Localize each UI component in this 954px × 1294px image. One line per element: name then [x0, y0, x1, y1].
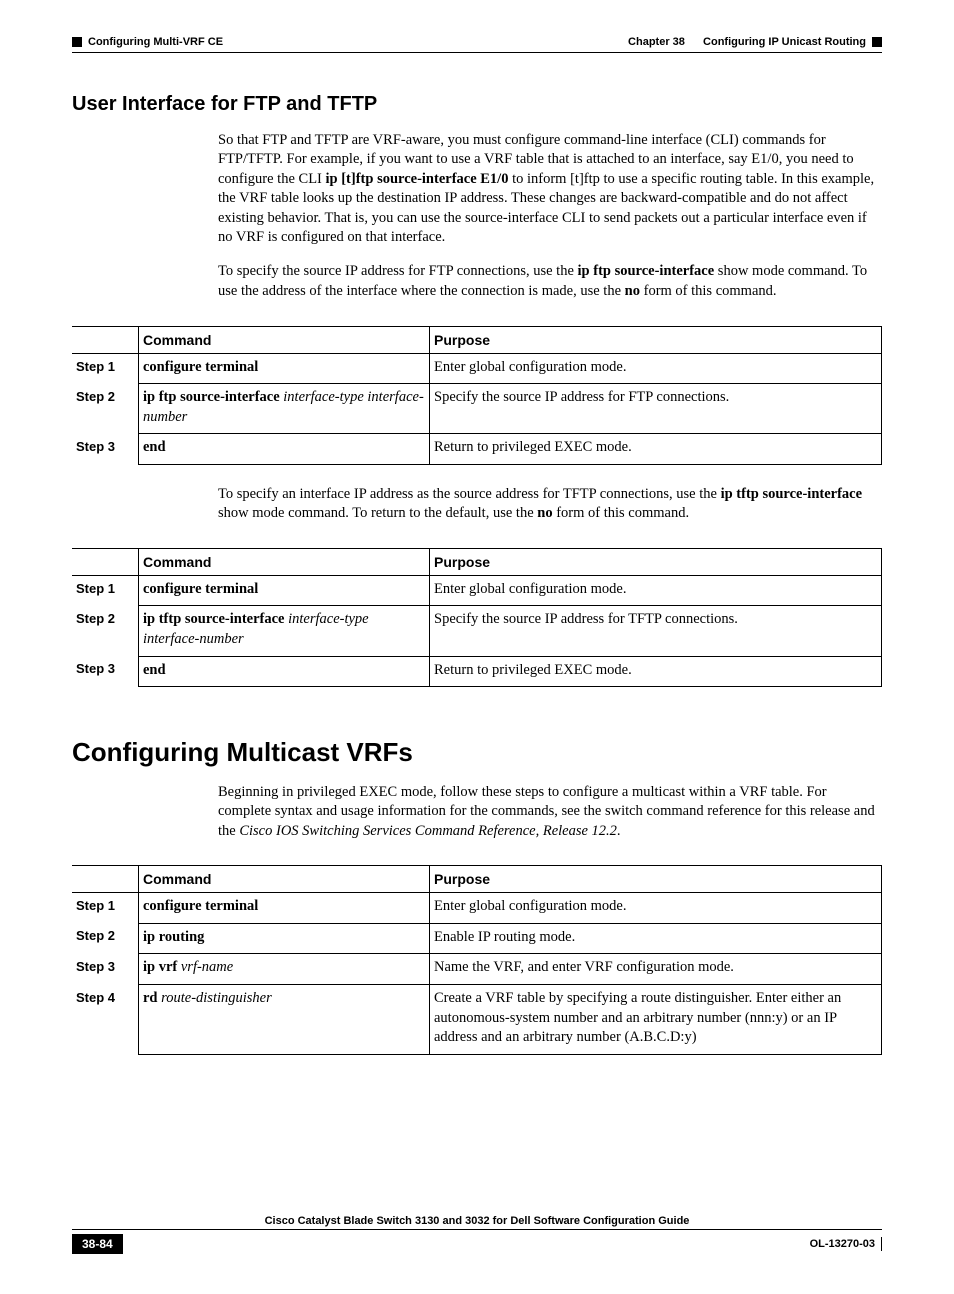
text-bold: ip ftp source-interface	[143, 389, 280, 405]
purpose-cell: Enable IP routing mode.	[430, 923, 882, 954]
step-label: Step 4	[72, 985, 139, 1055]
table-row: Step 2 ip ftp source-interface interface…	[72, 384, 882, 434]
text-bold: no	[537, 505, 552, 521]
text-italic: Cisco IOS Switching Services Command Ref…	[239, 823, 617, 839]
table-header-blank	[72, 326, 139, 353]
command-cell: configure terminal	[139, 575, 430, 606]
table-header-purpose: Purpose	[430, 866, 882, 893]
text: show mode command. To return to the defa…	[218, 505, 537, 521]
running-header: Configuring Multi-VRF CE Chapter 38 Conf…	[72, 36, 882, 48]
text-bold: ip [t]ftp source-interface E1/0	[326, 171, 509, 187]
doc-id: OL-13270-03	[810, 1237, 882, 1251]
section-heading-multicast: Configuring Multicast VRFs	[72, 737, 882, 768]
table-row: Step 2 ip routing Enable IP routing mode…	[72, 923, 882, 954]
text-bold: ip ftp source-interface	[578, 263, 715, 279]
header-rule	[72, 52, 882, 53]
text-bold: ip vrf	[143, 959, 177, 975]
step-label: Step 1	[72, 353, 139, 384]
command-cell: rd route-distinguisher	[139, 985, 430, 1055]
step-label: Step 3	[72, 656, 139, 687]
footer-title: Cisco Catalyst Blade Switch 3130 and 303…	[72, 1215, 882, 1227]
command-cell: configure terminal	[139, 353, 430, 384]
header-bullet-icon	[72, 37, 82, 47]
page-number-badge: 38-84	[72, 1234, 123, 1254]
text: form of this command.	[553, 505, 690, 521]
table-header-command: Command	[139, 866, 430, 893]
header-left: Configuring Multi-VRF CE	[72, 36, 223, 48]
text-bold: ip tftp source-interface	[721, 486, 862, 502]
purpose-cell: Return to privileged EXEC mode.	[430, 434, 882, 465]
table-row: Step 3 end Return to privileged EXEC mod…	[72, 434, 882, 465]
header-section: Configuring Multi-VRF CE	[88, 36, 223, 48]
step-label: Step 2	[72, 923, 139, 954]
step-label: Step 3	[72, 434, 139, 465]
table-header-blank	[72, 866, 139, 893]
purpose-cell: Specify the source IP address for TFTP c…	[430, 606, 882, 656]
purpose-cell: Enter global configuration mode.	[430, 575, 882, 606]
step-label: Step 2	[72, 606, 139, 656]
table-header-purpose: Purpose	[430, 548, 882, 575]
command-cell: end	[139, 656, 430, 687]
header-chapter-title: Configuring IP Unicast Routing	[703, 36, 866, 48]
vertical-line-icon	[881, 1237, 882, 1251]
footer-row: 38-84 OL-13270-03	[72, 1234, 882, 1254]
purpose-cell: Create a VRF table by specifying a route…	[430, 985, 882, 1055]
text: To specify the source IP address for FTP…	[218, 263, 578, 279]
text-bold: no	[625, 283, 640, 299]
header-chapter-prefix: Chapter 38	[628, 36, 685, 48]
table-header-command: Command	[139, 548, 430, 575]
command-table-multicast: Command Purpose Step 1 configure termina…	[72, 865, 882, 1054]
command-cell: end	[139, 434, 430, 465]
body-paragraph: So that FTP and TFTP are VRF-aware, you …	[218, 131, 882, 248]
command-cell: configure terminal	[139, 893, 430, 924]
table-header-blank	[72, 548, 139, 575]
page-footer: Cisco Catalyst Blade Switch 3130 and 303…	[72, 1215, 882, 1254]
doc-id-text: OL-13270-03	[810, 1238, 875, 1250]
table-row: Step 1 configure terminal Enter global c…	[72, 893, 882, 924]
body-paragraph: To specify the source IP address for FTP…	[218, 262, 882, 301]
command-cell: ip vrf vrf-name	[139, 954, 430, 985]
table-header-row: Command Purpose	[72, 866, 882, 893]
table-header-command: Command	[139, 326, 430, 353]
command-table-tftp: Command Purpose Step 1 configure termina…	[72, 548, 882, 687]
table-row: Step 3 ip vrf vrf-name Name the VRF, and…	[72, 954, 882, 985]
purpose-cell: Specify the source IP address for FTP co…	[430, 384, 882, 434]
table-header-row: Command Purpose	[72, 548, 882, 575]
text: To specify an interface IP address as th…	[218, 486, 721, 502]
text-bold: ip tftp source-interface	[143, 611, 284, 627]
footer-rule	[72, 1229, 882, 1230]
purpose-cell: Return to privileged EXEC mode.	[430, 656, 882, 687]
command-cell: ip routing	[139, 923, 430, 954]
step-label: Step 3	[72, 954, 139, 985]
table-row: Step 2 ip tftp source-interface interfac…	[72, 606, 882, 656]
text: .	[617, 823, 621, 839]
purpose-cell: Name the VRF, and enter VRF configuratio…	[430, 954, 882, 985]
purpose-cell: Enter global configuration mode.	[430, 893, 882, 924]
header-bullet-icon	[872, 37, 882, 47]
header-right: Chapter 38 Configuring IP Unicast Routin…	[628, 36, 882, 48]
command-cell: ip ftp source-interface interface-type i…	[139, 384, 430, 434]
table-header-row: Command Purpose	[72, 326, 882, 353]
table-header-purpose: Purpose	[430, 326, 882, 353]
body-paragraph: To specify an interface IP address as th…	[218, 485, 882, 524]
table-row: Step 3 end Return to privileged EXEC mod…	[72, 656, 882, 687]
text-italic: vrf-name	[177, 959, 233, 975]
step-label: Step 1	[72, 575, 139, 606]
table-row: Step 4 rd route-distinguisher Create a V…	[72, 985, 882, 1055]
body-paragraph: Beginning in privileged EXEC mode, follo…	[218, 783, 882, 842]
text-bold: rd	[143, 990, 158, 1006]
purpose-cell: Enter global configuration mode.	[430, 353, 882, 384]
table-row: Step 1 configure terminal Enter global c…	[72, 575, 882, 606]
section-heading-ftp: User Interface for FTP and TFTP	[72, 93, 882, 116]
command-table-ftp: Command Purpose Step 1 configure termina…	[72, 326, 882, 465]
step-label: Step 1	[72, 893, 139, 924]
text-italic: route-distinguisher	[158, 990, 272, 1006]
text: form of this command.	[640, 283, 777, 299]
command-cell: ip tftp source-interface interface-type …	[139, 606, 430, 656]
step-label: Step 2	[72, 384, 139, 434]
table-row: Step 1 configure terminal Enter global c…	[72, 353, 882, 384]
